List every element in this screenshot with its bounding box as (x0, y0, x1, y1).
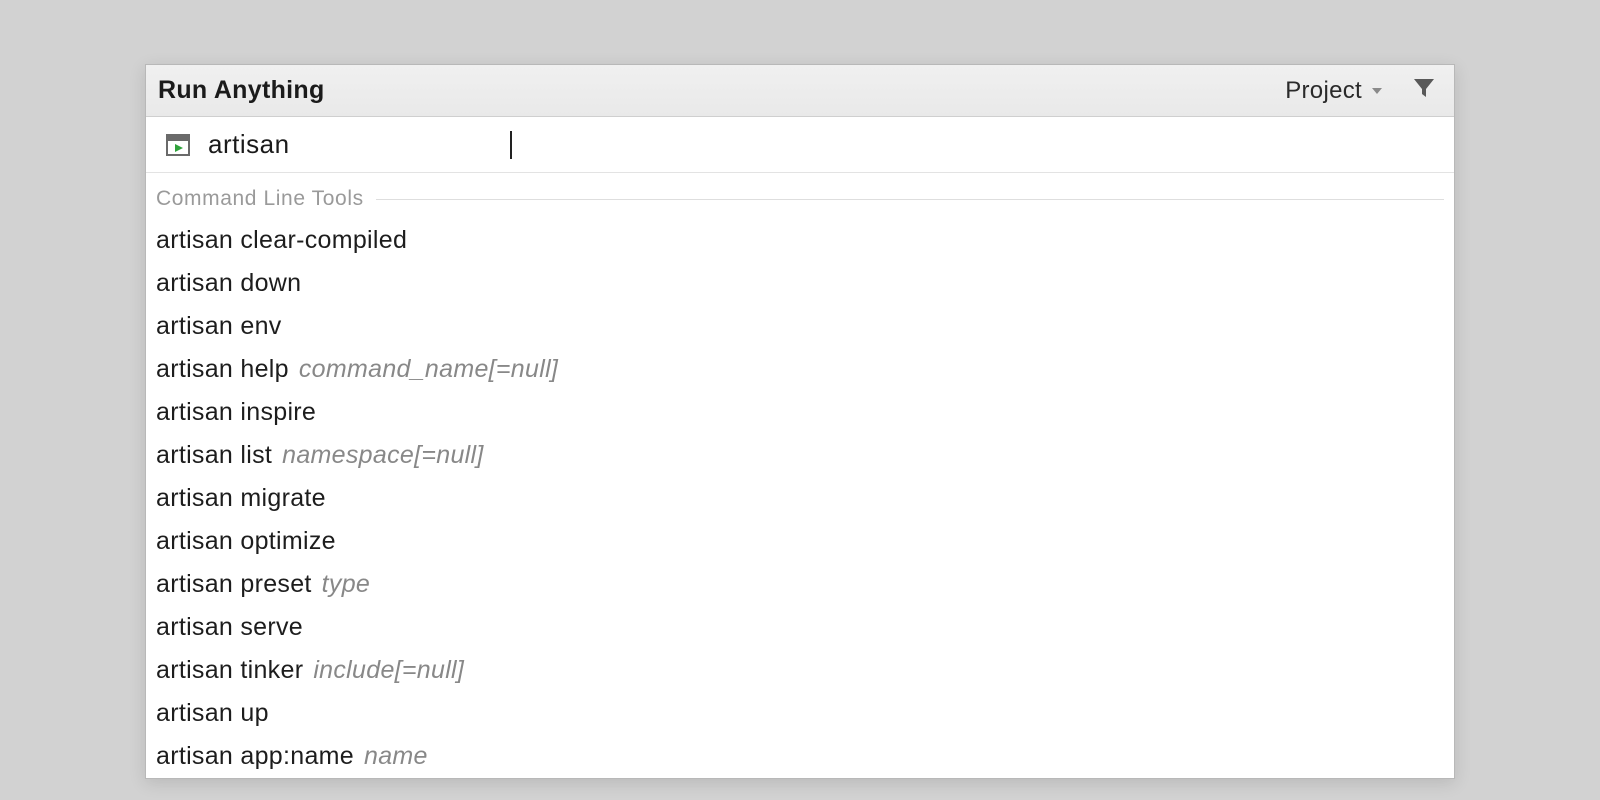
suggestion-item[interactable]: artisan help command_name[=null] (146, 348, 1454, 391)
suggestion-item[interactable]: artisan tinker include[=null] (146, 649, 1454, 692)
suggestion-command: artisan serve (156, 613, 303, 642)
funnel-icon (1412, 76, 1436, 105)
suggestion-item[interactable]: artisan env (146, 305, 1454, 348)
context-selector[interactable]: Project (1279, 73, 1390, 109)
suggestion-hint: type (322, 570, 370, 599)
popup-title: Run Anything (158, 76, 325, 105)
suggestion-command: artisan migrate (156, 484, 326, 513)
suggestion-item[interactable]: artisan optimize (146, 520, 1454, 563)
suggestion-item[interactable]: artisan preset type (146, 563, 1454, 606)
section-divider (376, 199, 1444, 200)
suggestion-hint: command_name[=null] (299, 355, 558, 384)
suggestion-command: artisan app:name (156, 742, 354, 771)
suggestions-section: Command Line Tools artisan clear-compile… (146, 173, 1454, 778)
suggestion-item[interactable]: artisan clear-compiled (146, 219, 1454, 262)
text-cursor (510, 131, 512, 159)
suggestion-command: artisan down (156, 269, 301, 298)
suggestion-hint: include[=null] (313, 656, 464, 685)
suggestion-item[interactable]: artisan inspire (146, 391, 1454, 434)
suggestion-command: artisan tinker (156, 656, 303, 685)
suggestion-item[interactable]: artisan up (146, 692, 1454, 735)
suggestion-command: artisan help (156, 355, 289, 384)
suggestion-command: artisan optimize (156, 527, 336, 556)
search-bar (146, 117, 1454, 173)
search-input[interactable] (208, 129, 1434, 160)
suggestion-item[interactable]: artisan down (146, 262, 1454, 305)
suggestion-item[interactable]: artisan app:name name (146, 735, 1454, 778)
run-anything-popup: Run Anything Project Co (145, 64, 1455, 779)
suggestion-command: artisan list (156, 441, 272, 470)
titlebar: Run Anything Project (146, 65, 1454, 117)
section-header: Command Line Tools (146, 185, 1454, 213)
suggestion-command: artisan up (156, 699, 269, 728)
suggestion-item[interactable]: artisan serve (146, 606, 1454, 649)
suggestion-command: artisan inspire (156, 398, 316, 427)
suggestion-command: artisan env (156, 312, 282, 341)
suggestion-command: artisan clear-compiled (156, 226, 407, 255)
suggestion-hint: namespace[=null] (282, 441, 483, 470)
chevron-down-icon (1370, 84, 1384, 98)
suggestion-command: artisan preset (156, 570, 312, 599)
context-selector-label: Project (1285, 77, 1362, 105)
run-config-icon (166, 133, 190, 157)
suggestion-list: artisan clear-compiled artisan down artisa… (146, 213, 1454, 778)
suggestion-item[interactable]: artisan migrate (146, 477, 1454, 520)
section-label: Command Line Tools (156, 187, 364, 211)
filter-button[interactable] (1408, 72, 1440, 109)
suggestion-hint: name (364, 742, 428, 771)
suggestion-item[interactable]: artisan list namespace[=null] (146, 434, 1454, 477)
